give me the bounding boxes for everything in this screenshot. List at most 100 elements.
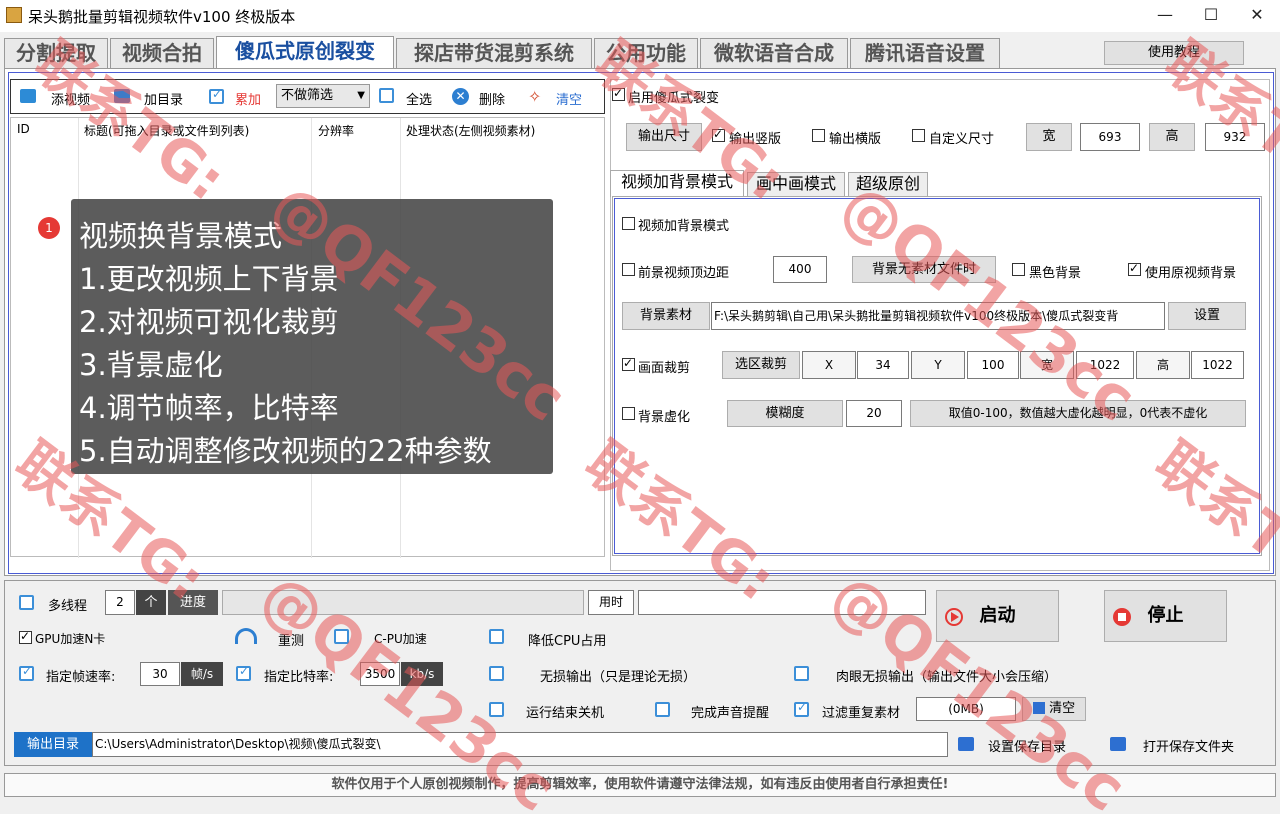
black-bg-checkbox[interactable] bbox=[1012, 263, 1025, 278]
bitrate-unit: kb/s bbox=[401, 662, 443, 686]
tab-tencent-tts[interactable]: 腾讯语音设置 bbox=[850, 38, 1000, 68]
height-label: 高 bbox=[1149, 123, 1195, 151]
step-badge: 1 bbox=[38, 217, 60, 239]
fps-input[interactable]: 30 bbox=[140, 662, 180, 686]
tooltip-line: 2.对视频可视化裁剪 bbox=[79, 305, 339, 339]
bitrate-label: 指定比特率: bbox=[264, 670, 334, 685]
trash-icon bbox=[1032, 702, 1045, 714]
output-vertical-checkbox[interactable] bbox=[712, 127, 725, 144]
bg-blur-label: 背景虚化 bbox=[638, 410, 691, 425]
crop-height-label: 高 bbox=[1136, 351, 1190, 379]
width-input[interactable]: 693 bbox=[1080, 123, 1140, 151]
multithread-checkbox[interactable] bbox=[19, 595, 34, 611]
clear-button[interactable]: 清空 bbox=[556, 89, 582, 108]
bg-settings-button[interactable]: 设置 bbox=[1168, 302, 1246, 330]
shutdown-checkbox[interactable] bbox=[489, 702, 504, 718]
custom-size-checkbox[interactable] bbox=[912, 129, 925, 144]
fg-top-margin-input[interactable]: 400 bbox=[773, 256, 827, 283]
gpu-accel-checkbox[interactable] bbox=[19, 629, 32, 646]
dup-size-display: (0MB) bbox=[916, 697, 1016, 721]
output-dir-input[interactable]: C:\Users\Administrator\Desktop\视频\傻瓜式裂变\ bbox=[92, 732, 948, 757]
bg-blur-checkbox[interactable] bbox=[622, 407, 635, 422]
list-toolbar: 添视频 加目录 累加 不做筛选 ▼ 全选 ✕ 删除 ✧ 清空 bbox=[10, 79, 605, 114]
bitrate-checkbox[interactable] bbox=[236, 664, 251, 682]
close-button[interactable]: ✕ bbox=[1234, 0, 1280, 32]
blur-hint: 取值0-100，数值越大虚化越明显，0代表不虚化 bbox=[910, 400, 1246, 427]
fg-top-margin-label: 前景视频顶边距 bbox=[638, 266, 730, 281]
tab-store-mix[interactable]: 探店带货混剪系统 bbox=[396, 38, 592, 68]
bg-no-file-button[interactable]: 背景无素材文件时 bbox=[852, 256, 996, 283]
thread-count-input[interactable]: 2 bbox=[105, 590, 135, 615]
col-title[interactable]: 标题(可拖入目录或文件到列表) bbox=[84, 122, 249, 139]
bitrate-input[interactable]: 3500 bbox=[360, 662, 400, 686]
bg-path-input[interactable]: F:\呆头鹅剪辑\自己用\呆头鹅批量剪辑视频软件v100终极版本\傻瓜式裂变背 bbox=[711, 302, 1165, 330]
select-all-checkbox[interactable] bbox=[379, 88, 394, 104]
tab-fission[interactable]: 傻瓜式原创裂变 bbox=[216, 36, 394, 68]
open-save-dir-button[interactable]: 打开保存文件夹 bbox=[1143, 736, 1234, 755]
crop-width-input[interactable]: 1022 bbox=[1076, 351, 1134, 379]
output-dir-button[interactable]: 输出目录 bbox=[14, 732, 92, 757]
chevron-down-icon: ▼ bbox=[357, 90, 365, 101]
set-save-dir-button[interactable]: 设置保存目录 bbox=[988, 736, 1066, 755]
tooltip-line: 5.自动调整修改视频的22种参数 bbox=[79, 434, 492, 468]
crop-checkbox[interactable] bbox=[622, 356, 635, 373]
col-resolution[interactable]: 分辨率 bbox=[318, 122, 354, 139]
output-horizontal-checkbox[interactable] bbox=[812, 129, 825, 144]
minimize-button[interactable]: — bbox=[1142, 0, 1188, 32]
select-crop-button[interactable]: 选区裁剪 bbox=[722, 351, 800, 379]
visual-lossless-label: 肉眼无损输出（输出文件大小会压缩） bbox=[836, 670, 1058, 685]
tab-super-original[interactable]: 超级原创 bbox=[848, 172, 928, 196]
crop-y-input[interactable]: 100 bbox=[967, 351, 1019, 379]
tooltip-line: 视频换背景模式 bbox=[79, 219, 283, 253]
app-icon bbox=[6, 7, 22, 23]
add-folder-icon bbox=[114, 89, 130, 103]
crop-x-label: X bbox=[802, 351, 856, 379]
use-orig-bg-checkbox[interactable] bbox=[1128, 261, 1141, 278]
accumulate-checkbox[interactable] bbox=[209, 87, 224, 105]
fps-unit: 帧/s bbox=[181, 662, 223, 686]
maximize-button[interactable]: ☐ bbox=[1188, 0, 1234, 32]
tab-video-merge[interactable]: 视频合拍 bbox=[110, 38, 214, 68]
sound-alert-checkbox[interactable] bbox=[655, 702, 670, 718]
delete-button[interactable]: 删除 bbox=[479, 89, 505, 108]
add-video-button[interactable]: 添视频 bbox=[51, 89, 90, 108]
stop-button[interactable]: 停止 bbox=[1104, 590, 1227, 642]
blur-degree-input[interactable]: 20 bbox=[846, 400, 902, 427]
output-vertical-label: 输出竖版 bbox=[729, 132, 782, 147]
black-bg-label: 黑色背景 bbox=[1029, 266, 1082, 281]
tab-ms-tts[interactable]: 微软语音合成 bbox=[700, 38, 848, 68]
cpu-accel-checkbox[interactable] bbox=[334, 629, 349, 645]
sound-alert-label: 完成声音提醒 bbox=[691, 706, 770, 721]
bg-material-button[interactable]: 背景素材 bbox=[622, 302, 710, 330]
enable-fission-label: 启用傻瓜式裂变 bbox=[628, 91, 720, 106]
col-id[interactable]: ID bbox=[17, 122, 30, 136]
filter-select-value: 不做筛选 bbox=[281, 88, 334, 103]
col-status[interactable]: 处理状态(左侧视频素材) bbox=[406, 122, 535, 139]
lossless-checkbox[interactable] bbox=[489, 666, 504, 682]
dup-clear-button[interactable]: 清空 bbox=[1022, 697, 1086, 721]
tab-split-extract[interactable]: 分割提取 bbox=[4, 38, 108, 68]
add-bg-mode-checkbox[interactable] bbox=[622, 217, 635, 232]
crop-x-input[interactable]: 34 bbox=[857, 351, 909, 379]
height-input[interactable]: 932 bbox=[1205, 123, 1265, 151]
filter-select[interactable]: 不做筛选 ▼ bbox=[276, 84, 370, 108]
filter-dup-label: 过滤重复素材 bbox=[822, 706, 901, 721]
tab-common[interactable]: 公用功能 bbox=[594, 38, 698, 68]
lower-cpu-checkbox[interactable] bbox=[489, 629, 504, 645]
tab-add-background[interactable]: 视频加背景模式 bbox=[610, 170, 744, 197]
add-dir-button[interactable]: 加目录 bbox=[144, 89, 183, 108]
output-size-button[interactable]: 输出尺寸 bbox=[626, 123, 702, 151]
fps-label: 指定帧速率: bbox=[46, 670, 116, 685]
fps-checkbox[interactable] bbox=[19, 664, 34, 682]
visual-lossless-checkbox[interactable] bbox=[794, 666, 809, 682]
tutorial-button[interactable]: 使用教程 bbox=[1104, 41, 1244, 65]
start-button[interactable]: 启动 bbox=[936, 590, 1059, 642]
filter-dup-checkbox[interactable] bbox=[794, 700, 809, 718]
crop-height-input[interactable]: 1022 bbox=[1191, 351, 1244, 379]
crop-width-label: 宽 bbox=[1020, 351, 1074, 379]
progress-bar bbox=[222, 590, 584, 615]
enable-fission-checkbox[interactable] bbox=[612, 86, 625, 103]
fg-top-margin-checkbox[interactable] bbox=[622, 263, 635, 278]
retest-button[interactable]: 重测 bbox=[278, 630, 304, 649]
tab-picture-in-picture[interactable]: 画中画模式 bbox=[747, 172, 845, 196]
